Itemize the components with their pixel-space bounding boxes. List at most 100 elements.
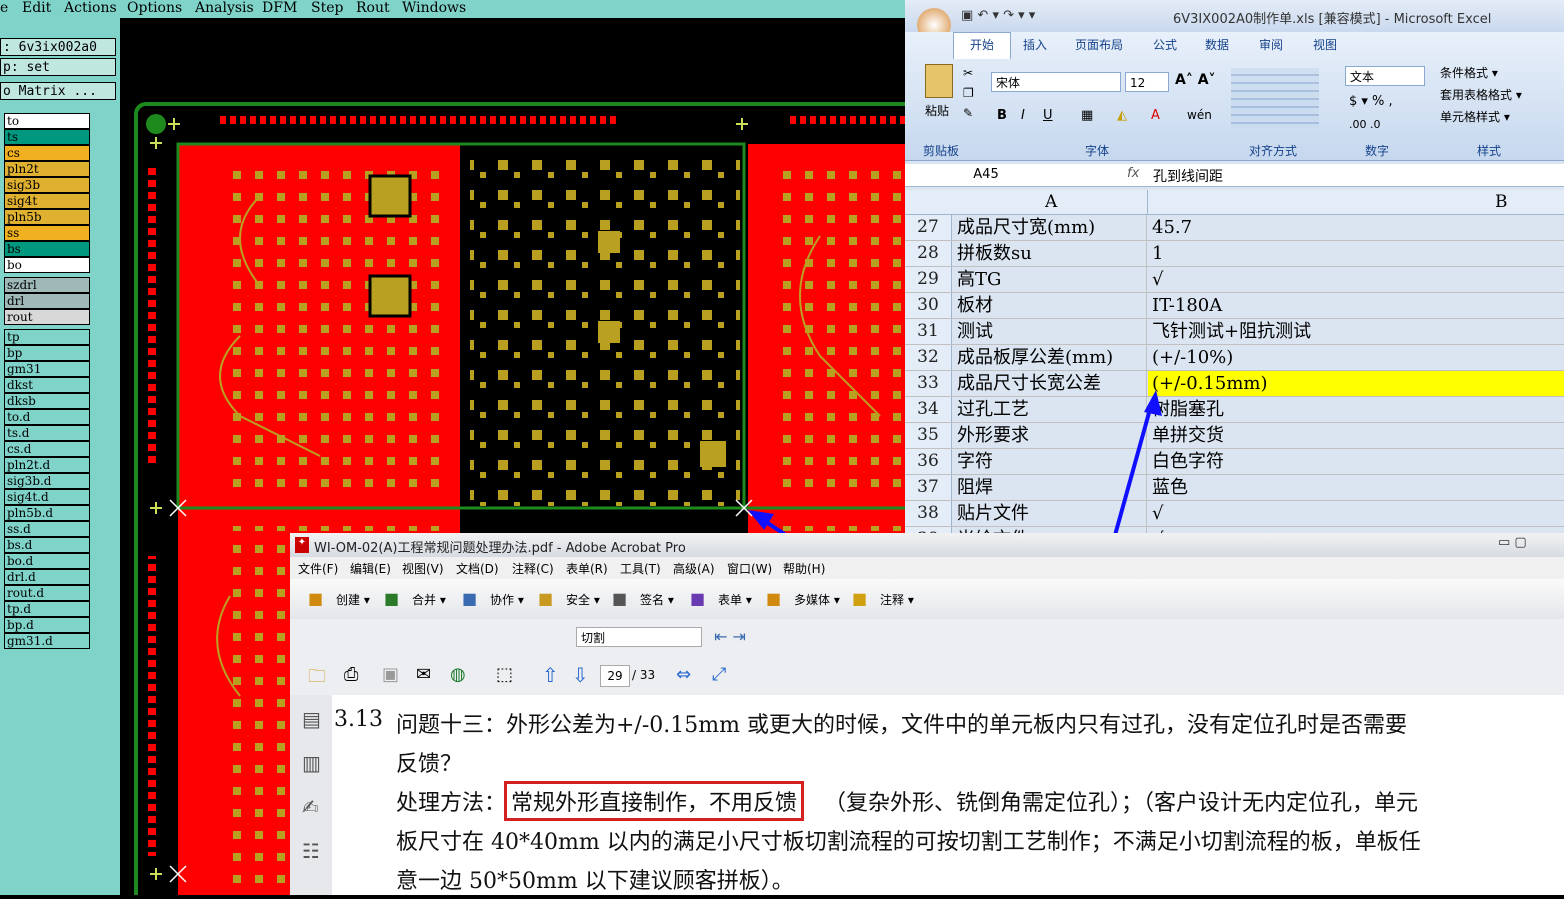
- signatures-icon[interactable]: ✍: [302, 795, 319, 819]
- bold-icon[interactable]: B: [997, 108, 1007, 123]
- row-number[interactable]: 29: [905, 267, 952, 292]
- layer-item[interactable]: bo.d: [4, 553, 90, 569]
- next-page-icon[interactable]: ⇩: [572, 663, 589, 687]
- layer-item[interactable]: drl.d: [4, 569, 90, 585]
- cell-b[interactable]: 飞针测试+阻抗测试: [1148, 319, 1564, 344]
- open-folder-icon[interactable]: 🗀: [308, 664, 326, 694]
- conditional-format-button[interactable]: 条件格式 ▾: [1440, 64, 1498, 81]
- sheet-row[interactable]: 33 成品尺寸长宽公差 (+/-0.15mm): [905, 371, 1564, 397]
- acrobat-menu-item[interactable]: 高级(A): [673, 560, 715, 577]
- layer-item[interactable]: to.d: [4, 409, 90, 425]
- sheet-row[interactable]: 30 板材 IT-180A: [905, 293, 1564, 319]
- web-icon[interactable]: ◍: [450, 664, 466, 685]
- cam-menu-file[interactable]: e: [0, 0, 8, 16]
- copy-icon[interactable]: ❐: [963, 86, 974, 100]
- percent-icon[interactable]: $ ▾ % ,: [1349, 94, 1393, 109]
- paste-icon[interactable]: [925, 64, 953, 98]
- sheet-row[interactable]: 29 高TG √: [905, 267, 1564, 293]
- row-number[interactable]: 34: [905, 397, 952, 422]
- toolbar-button-label[interactable]: 创建 ▾: [336, 591, 370, 608]
- layer-item[interactable]: bs: [4, 241, 90, 257]
- cell-style-button[interactable]: 单元格样式 ▾: [1440, 108, 1510, 125]
- sheet-grid[interactable]: 27 成品尺寸宽(mm) 45.7 28 拼板数su 1 29 高TG √ 30 板材 IT-180A…: [905, 215, 1564, 553]
- layer-item[interactable]: rout: [4, 309, 90, 325]
- row-number[interactable]: 33: [905, 371, 952, 396]
- cell-a[interactable]: 拼板数su: [953, 241, 1147, 266]
- layer-item[interactable]: drl: [4, 293, 90, 309]
- row-number[interactable]: 31: [905, 319, 952, 344]
- font-size-select[interactable]: 12: [1125, 72, 1169, 92]
- sheet-row[interactable]: 32 成品板厚公差(mm) (+/-10%): [905, 345, 1564, 371]
- cell-a[interactable]: 字符: [953, 449, 1147, 474]
- cell-b[interactable]: √: [1148, 267, 1564, 292]
- pages-icon[interactable]: ▤: [302, 707, 321, 731]
- print-icon[interactable]: ⎙: [344, 664, 358, 685]
- acrobat-menu-item[interactable]: 帮助(H): [783, 560, 825, 577]
- font-name-select[interactable]: 宋体: [991, 72, 1121, 92]
- sheet-row[interactable]: 27 成品尺寸宽(mm) 45.7: [905, 215, 1564, 241]
- tab-review[interactable]: 审阅: [1259, 36, 1283, 53]
- cam-menu-options[interactable]: Options: [127, 0, 182, 16]
- cam-menu-edit[interactable]: Edit: [22, 0, 51, 16]
- layer-item[interactable]: pln2t.d: [4, 457, 90, 473]
- row-number[interactable]: 27: [905, 215, 952, 240]
- toolbar-button-label[interactable]: 注释 ▾: [880, 591, 914, 608]
- layer-item[interactable]: ss.d: [4, 521, 90, 537]
- cell-b[interactable]: 单拼交货: [1148, 423, 1564, 448]
- formula-input[interactable]: 孔到线间距: [1153, 166, 1223, 186]
- crop-select[interactable]: 切割: [576, 627, 702, 647]
- acrobat-menu-item[interactable]: 工具(T): [620, 560, 661, 577]
- toolbar-button-icon[interactable]: ■: [538, 589, 553, 608]
- cell-a[interactable]: 贴片文件: [953, 501, 1147, 526]
- sheet-row[interactable]: 37 阻焊 蓝色: [905, 475, 1564, 501]
- layer-item[interactable]: tp: [4, 329, 90, 345]
- grow-font-icon[interactable]: A˄ A˅: [1175, 72, 1216, 88]
- cell-a[interactable]: 过孔工艺: [953, 397, 1147, 422]
- cell-a[interactable]: 测试: [953, 319, 1147, 344]
- cam-menu-actions[interactable]: Actions: [64, 0, 117, 16]
- cell-b[interactable]: 蓝色: [1148, 475, 1564, 500]
- toolbar-button-label[interactable]: 安全 ▾: [566, 591, 600, 608]
- decimal-icon[interactable]: .00 .0: [1349, 118, 1381, 131]
- layer-item[interactable]: ss: [4, 225, 90, 241]
- select-tool-icon[interactable]: ⬚: [496, 664, 513, 685]
- toolbar-button-label[interactable]: 签名 ▾: [640, 591, 674, 608]
- toolbar-button-icon[interactable]: ■: [612, 589, 627, 608]
- column-a-header[interactable]: A: [1045, 192, 1057, 212]
- cam-menu-dfm[interactable]: DFM: [262, 0, 297, 16]
- acrobat-menu-item[interactable]: 文件(F): [298, 560, 338, 577]
- tab-data[interactable]: 数据: [1205, 36, 1229, 53]
- layer-item[interactable]: cs.d: [4, 441, 90, 457]
- layer-item[interactable]: sig4t.d: [4, 489, 90, 505]
- cell-b[interactable]: IT-180A: [1148, 293, 1564, 318]
- layers-icon[interactable]: ☷: [302, 839, 320, 863]
- font-color-icon[interactable]: A: [1151, 108, 1160, 123]
- underline-icon[interactable]: U: [1043, 108, 1053, 123]
- toolbar-button-label[interactable]: 表单 ▾: [718, 591, 752, 608]
- toolbar-button-label[interactable]: 多媒体 ▾: [794, 591, 840, 608]
- border-icon[interactable]: ▦: [1081, 108, 1093, 123]
- sheet-row[interactable]: 31 测试 飞针测试+阻抗测试: [905, 319, 1564, 345]
- acrobat-menu-item[interactable]: 窗口(W): [727, 560, 772, 577]
- layer-item[interactable]: bo: [4, 257, 90, 273]
- bookmarks-icon[interactable]: ▥: [302, 751, 321, 775]
- fit-page-icon[interactable]: ⤢: [712, 664, 726, 685]
- acrobat-menu-item[interactable]: 表单(R): [566, 560, 608, 577]
- tab-insert[interactable]: 插入: [1023, 36, 1047, 53]
- toolbar-button-label[interactable]: 合并 ▾: [412, 591, 446, 608]
- save-icon[interactable]: ▣: [382, 664, 399, 685]
- crop-icons[interactable]: ⇤ ⇥: [714, 627, 746, 646]
- phonetic-icon[interactable]: wén: [1187, 108, 1212, 122]
- layer-item[interactable]: gm31: [4, 361, 90, 377]
- italic-icon[interactable]: I: [1021, 108, 1025, 123]
- row-number[interactable]: 32: [905, 345, 952, 370]
- toolbar-button-icon[interactable]: ■: [852, 589, 867, 608]
- cam-menu-rout[interactable]: Rout: [356, 0, 390, 16]
- layer-item[interactable]: ts.d: [4, 425, 90, 441]
- cell-b[interactable]: 1: [1148, 241, 1564, 266]
- tab-home[interactable]: 开始: [970, 36, 994, 53]
- acrobat-menu-item[interactable]: 注释(C): [512, 560, 554, 577]
- fx-icon[interactable]: fx: [1127, 166, 1139, 181]
- row-number[interactable]: 38: [905, 501, 952, 526]
- layer-item[interactable]: bp.d: [4, 617, 90, 633]
